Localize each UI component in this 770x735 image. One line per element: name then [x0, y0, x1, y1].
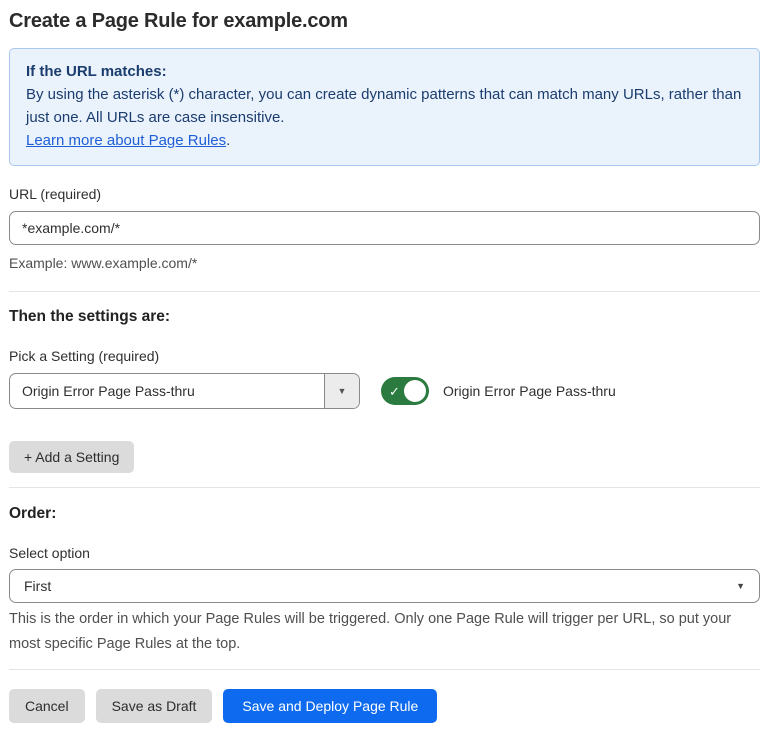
divider: [9, 291, 760, 292]
settings-section-heading: Then the settings are:: [9, 308, 171, 325]
setting-toggle[interactable]: ✓: [381, 377, 429, 405]
info-box-heading: If the URL matches:: [26, 63, 167, 80]
order-section-heading: Order:: [9, 505, 57, 522]
info-box-link-line: Learn more about Page Rules.: [26, 129, 743, 152]
setting-dropdown-arrow-button[interactable]: ▼: [324, 374, 359, 408]
setting-dropdown-value[interactable]: Origin Error Page Pass-thru: [10, 374, 324, 408]
setting-row: Origin Error Page Pass-thru ▼ ✓ Origin E…: [9, 373, 760, 409]
save-and-deploy-button[interactable]: Save and Deploy Page Rule: [223, 689, 438, 723]
select-option-label: Select option: [9, 545, 90, 561]
url-example-helper: Example: www.example.com/*: [9, 255, 198, 271]
toggle-knob: [404, 380, 426, 402]
save-as-draft-button[interactable]: Save as Draft: [95, 689, 213, 723]
url-match-info-box: If the URL matches: By using the asteris…: [9, 48, 760, 166]
footer-button-row: Cancel Save as Draft Save and Deploy Pag…: [9, 689, 760, 723]
url-input[interactable]: [9, 211, 760, 245]
divider: [9, 487, 760, 488]
caret-down-icon: ▼: [736, 581, 745, 591]
page-rule-form: Create a Page Rule for example.com If th…: [0, 0, 770, 735]
setting-toggle-label: Origin Error Page Pass-thru: [443, 383, 616, 399]
add-setting-button[interactable]: + Add a Setting: [9, 441, 135, 473]
pick-setting-label: Pick a Setting (required): [9, 348, 160, 364]
link-suffix: .: [226, 132, 231, 149]
order-select-value: First: [24, 578, 52, 594]
order-select[interactable]: First ▼: [9, 569, 760, 603]
learn-more-link[interactable]: Learn more about Page Rules: [26, 132, 226, 149]
setting-dropdown[interactable]: Origin Error Page Pass-thru ▼: [9, 373, 360, 409]
page-title: Create a Page Rule for example.com: [9, 10, 348, 32]
caret-down-icon: ▼: [337, 386, 347, 396]
check-icon: ✓: [389, 383, 400, 399]
cancel-button[interactable]: Cancel: [9, 689, 85, 723]
info-box-body: By using the asterisk (*) character, you…: [26, 86, 742, 126]
divider: [9, 669, 760, 670]
order-helper-text: This is the order in which your Page Rul…: [9, 611, 732, 652]
url-label: URL (required): [9, 186, 102, 202]
